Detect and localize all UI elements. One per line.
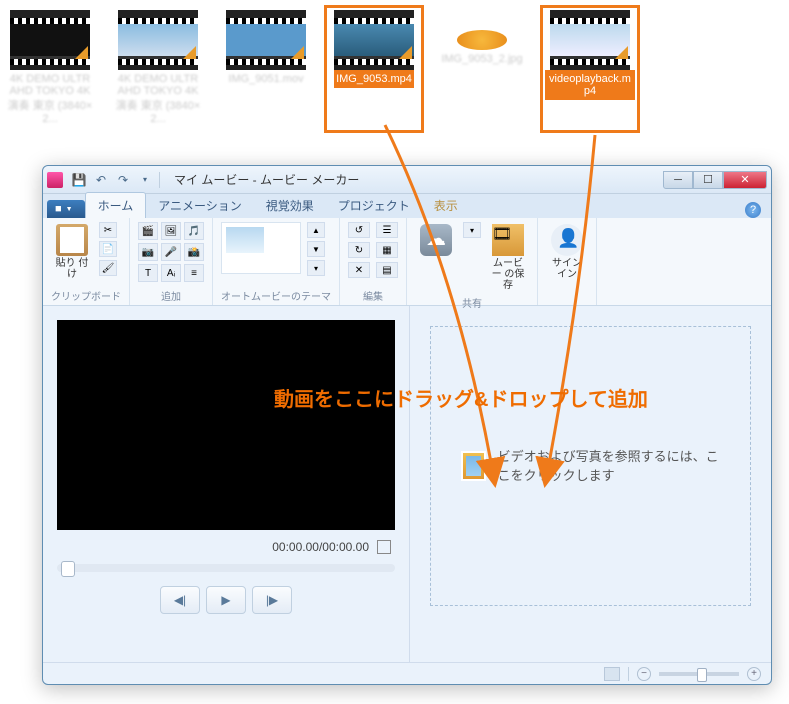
add-title-button[interactable]: T bbox=[138, 264, 158, 282]
cut-button[interactable]: ✂ bbox=[99, 222, 117, 238]
film-reel-icon: 🎞 bbox=[492, 224, 524, 256]
gallery-expand-icon[interactable]: ▾ bbox=[463, 222, 481, 238]
group-label: クリップボード bbox=[51, 286, 121, 303]
movie-maker-window: 💾 ↶ ↷ ▾ マイ ムービー - ムービー メーカー ─ ☐ ✕ ■ ホーム … bbox=[42, 165, 772, 685]
quick-access-toolbar: 💾 ↶ ↷ ▾ bbox=[69, 171, 155, 189]
gallery-scroll-down-icon[interactable]: ▼ bbox=[307, 241, 325, 257]
file-thumbnail[interactable]: 4K DEMO ULTRAHD TOKYO 4K演奏 東京 (3840×2... bbox=[113, 10, 203, 128]
file-thumbnail[interactable]: IMG_9053.mp4 bbox=[329, 10, 419, 128]
add-credits-button[interactable]: ≡ bbox=[184, 264, 204, 282]
group-label: オートムービーのテーマ bbox=[221, 286, 331, 303]
file-name: IMG_9051.mov bbox=[226, 70, 305, 88]
maximize-button[interactable]: ☐ bbox=[693, 171, 723, 189]
copy-button[interactable]: 📄 bbox=[99, 241, 117, 257]
file-thumbnail[interactable]: 4K DEMO ULTRAHD TOKYO 4K演奏 東京 (3840×2... bbox=[5, 10, 95, 128]
file-thumbnail[interactable]: IMG_9053_2.jpg bbox=[437, 10, 527, 128]
edit-item-button[interactable]: ▤ bbox=[376, 262, 398, 278]
add-video-button[interactable]: 🎬 bbox=[138, 222, 158, 240]
next-frame-button[interactable]: |▶ bbox=[252, 586, 292, 614]
desktop-file-area: 4K DEMO ULTRAHD TOKYO 4K演奏 東京 (3840×2...… bbox=[5, 10, 635, 128]
gallery-scroll-up-icon[interactable]: ▲ bbox=[307, 222, 325, 238]
tab-view[interactable]: 表示 bbox=[422, 193, 470, 218]
minimize-button[interactable]: ─ bbox=[663, 171, 693, 189]
content-area: 00:00.00/00:00.00 ◀| ▶ |▶ ビデオおよび写真を参照するに… bbox=[43, 306, 771, 662]
file-name: 4K DEMO ULTRAHD TOKYO 4K演奏 東京 (3840×2... bbox=[5, 70, 95, 128]
cloud-icon bbox=[420, 224, 452, 256]
drop-area[interactable]: ビデオおよび写真を参照するには、ここをクリックします bbox=[430, 326, 751, 606]
group-label: 編集 bbox=[348, 286, 398, 303]
rotate-left-button[interactable]: ↺ bbox=[348, 222, 370, 238]
file-name: videoplayback.mp4 bbox=[545, 70, 635, 100]
zoom-out-button[interactable]: − bbox=[637, 667, 651, 681]
view-mode-icon[interactable] bbox=[604, 667, 620, 681]
tab-project[interactable]: プロジェクト bbox=[326, 193, 422, 218]
undo-icon[interactable]: ↶ bbox=[91, 171, 111, 189]
ribbon: 貼り 付け ✂ 📄 🖌 クリップボード 🎬 🖼 🎵 📷 🎤 📸 bbox=[43, 218, 771, 306]
user-icon bbox=[551, 224, 583, 256]
paste-button[interactable]: 貼り 付け bbox=[51, 222, 93, 282]
playback-scrubber[interactable] bbox=[57, 564, 395, 572]
file-name: IMG_9053_2.jpg bbox=[439, 50, 524, 68]
zoom-slider[interactable] bbox=[659, 672, 739, 676]
group-label bbox=[546, 301, 588, 303]
add-snapshot-button[interactable]: 📸 bbox=[184, 243, 204, 261]
titlebar[interactable]: 💾 ↶ ↷ ▾ マイ ムービー - ムービー メーカー ─ ☐ ✕ bbox=[43, 166, 771, 194]
app-icon bbox=[47, 172, 63, 188]
storyboard-pane: ビデオおよび写真を参照するには、ここをクリックします bbox=[409, 306, 771, 662]
add-photo-button[interactable]: 🖼 bbox=[161, 222, 181, 240]
clipboard-icon bbox=[56, 224, 88, 256]
zoom-in-button[interactable]: + bbox=[747, 667, 761, 681]
file-thumbnail[interactable]: videoplayback.mp4 bbox=[545, 10, 635, 128]
redo-icon[interactable]: ↷ bbox=[113, 171, 133, 189]
tab-home[interactable]: ホーム bbox=[85, 192, 147, 218]
help-icon[interactable]: ? bbox=[745, 202, 761, 218]
save-movie-button[interactable]: 🎞 ムービー の保存 bbox=[487, 222, 529, 293]
file-name: IMG_9053.mp4 bbox=[334, 70, 414, 88]
file-menu-button[interactable]: ■ bbox=[47, 200, 85, 218]
prev-frame-button[interactable]: ◀| bbox=[160, 586, 200, 614]
format-painter-button[interactable]: 🖌 bbox=[99, 260, 117, 276]
file-thumbnail[interactable]: IMG_9051.mov bbox=[221, 10, 311, 128]
statusbar: − + bbox=[43, 662, 771, 684]
group-label: 追加 bbox=[138, 286, 204, 303]
add-caption-button[interactable]: Aᵢ bbox=[161, 264, 181, 282]
rotate-right-button[interactable]: ↻ bbox=[348, 242, 370, 258]
time-readout: 00:00.00/00:00.00 bbox=[57, 530, 395, 560]
add-webcam-button[interactable]: 📷 bbox=[138, 243, 158, 261]
edit-item-button[interactable]: ▦ bbox=[376, 242, 398, 258]
signin-button[interactable]: サインイン bbox=[546, 222, 588, 282]
qat-dropdown-icon[interactable]: ▾ bbox=[135, 171, 155, 189]
video-preview[interactable] bbox=[57, 320, 395, 530]
add-music-button[interactable]: 🎵 bbox=[184, 222, 204, 240]
file-name: 4K DEMO ULTRAHD TOKYO 4K演奏 東京 (3840×2... bbox=[113, 70, 203, 128]
annotation-text: 動画をここにドラッグ&ドロップして追加 bbox=[274, 383, 648, 412]
preview-pane: 00:00.00/00:00.00 ◀| ▶ |▶ bbox=[43, 306, 409, 662]
close-button[interactable]: ✕ bbox=[723, 171, 767, 189]
drop-hint-text: ビデオおよび写真を参照するには、ここをクリックします bbox=[498, 447, 721, 486]
tab-animation[interactable]: アニメーション bbox=[146, 193, 254, 218]
fullscreen-icon[interactable] bbox=[377, 540, 391, 554]
share-button[interactable] bbox=[415, 222, 457, 258]
gallery-expand-icon[interactable]: ▾ bbox=[307, 260, 325, 276]
window-title: マイ ムービー - ムービー メーカー bbox=[164, 171, 663, 188]
add-narration-button[interactable]: 🎤 bbox=[161, 243, 181, 261]
select-all-button[interactable]: ☰ bbox=[376, 222, 398, 238]
photo-film-icon bbox=[461, 451, 486, 481]
tab-visual-effects[interactable]: 視覚効果 bbox=[254, 193, 326, 218]
delete-button[interactable]: ✕ bbox=[348, 262, 370, 278]
playback-controls: ◀| ▶ |▶ bbox=[57, 586, 395, 614]
ribbon-tabs: ■ ホーム アニメーション 視覚効果 プロジェクト 表示 ? bbox=[43, 194, 771, 218]
play-button[interactable]: ▶ bbox=[206, 586, 246, 614]
save-icon[interactable]: 💾 bbox=[69, 171, 89, 189]
automovie-themes-gallery[interactable] bbox=[221, 222, 301, 274]
